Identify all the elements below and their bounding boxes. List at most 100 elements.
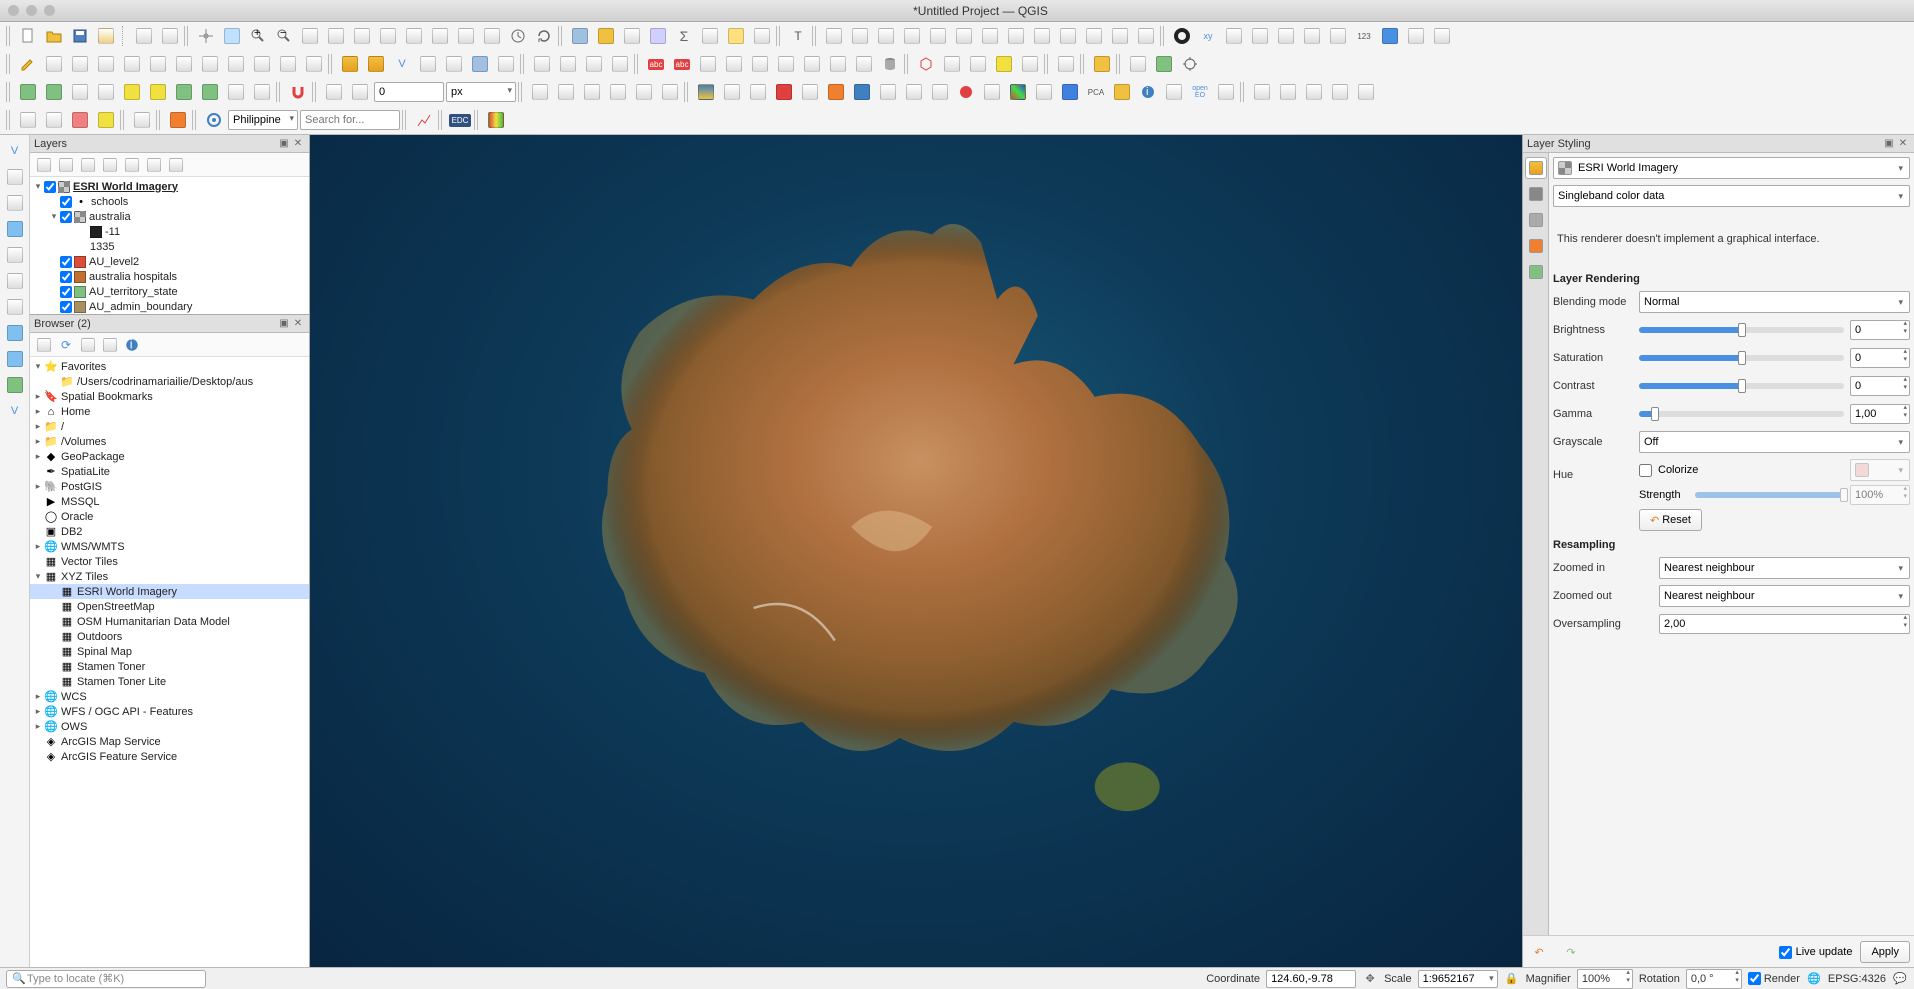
crs-label[interactable]: EPSG:4326 [1828, 973, 1886, 985]
magnifier-input[interactable]: 100% [1577, 969, 1633, 989]
pca-button[interactable]: PCA [1084, 80, 1108, 104]
shape2-button[interactable] [364, 52, 388, 76]
zoom-next-button[interactable] [428, 24, 452, 48]
abc9-button[interactable] [852, 52, 876, 76]
barcode-button[interactable] [442, 52, 466, 76]
binoculars-button[interactable] [928, 80, 952, 104]
browser-refresh-button[interactable]: ⟳ [56, 335, 76, 355]
plugin-a-button[interactable] [720, 80, 744, 104]
browser-item[interactable]: ▸🌐OWS [30, 719, 309, 734]
layer-item[interactable]: ▾australia [30, 209, 309, 224]
num-button[interactable]: 123 [1352, 24, 1376, 48]
edit4-button[interactable] [94, 52, 118, 76]
nav3-button[interactable] [1430, 24, 1454, 48]
browser-item[interactable]: ▾⭐Favorites [30, 359, 309, 374]
add-postgis-button[interactable] [3, 269, 27, 293]
layer-item[interactable]: AU_territory_state [30, 284, 309, 299]
sun3-button[interactable] [172, 80, 196, 104]
snap-unit-select[interactable]: px [446, 82, 516, 102]
browser-item[interactable]: ▸🌐WMS/WMTS [30, 539, 309, 554]
topo1-button[interactable] [528, 80, 552, 104]
label10-button[interactable] [1056, 24, 1080, 48]
edit12-button[interactable] [302, 52, 326, 76]
calculator-button[interactable] [646, 24, 670, 48]
new-bookmark-button[interactable] [480, 24, 504, 48]
layer-collapse-button[interactable] [144, 155, 164, 175]
colorize-checkbox[interactable] [1639, 464, 1652, 477]
contrast-input[interactable]: 0 [1850, 376, 1910, 396]
layer-item[interactable]: 1335 [30, 239, 309, 254]
label4-button[interactable] [900, 24, 924, 48]
layer-style-button[interactable] [34, 155, 54, 175]
abc7-button[interactable] [800, 52, 824, 76]
undo-button[interactable]: ↶ [1527, 940, 1551, 964]
saturation-slider[interactable] [1639, 355, 1844, 361]
tab-symbology[interactable] [1525, 157, 1547, 179]
zoom-full-button[interactable] [298, 24, 322, 48]
search-input[interactable] [300, 110, 400, 130]
add-spatialite-button[interactable] [3, 243, 27, 267]
layer-visibility-button[interactable] [78, 155, 98, 175]
add-wms-button[interactable] [3, 321, 27, 345]
browser-panel-header[interactable]: Browser (2) ▣ ✕ [30, 315, 309, 333]
label2-button[interactable] [848, 24, 872, 48]
edit11-button[interactable] [276, 52, 300, 76]
layer-item[interactable]: AU_admin_boundary [30, 299, 309, 314]
python-button[interactable] [694, 80, 718, 104]
layer-visibility-checkbox[interactable] [60, 211, 72, 223]
gamma-input[interactable]: 1,00 [1850, 404, 1910, 424]
gamma-slider[interactable] [1639, 411, 1844, 417]
refresh-button[interactable] [532, 24, 556, 48]
plugin-x-button[interactable] [1162, 80, 1186, 104]
layer-expand-button[interactable] [122, 155, 142, 175]
palette-button[interactable] [484, 108, 508, 132]
zoom-selection-button[interactable] [324, 24, 348, 48]
layer-visibility-checkbox[interactable] [60, 256, 72, 268]
pen-button[interactable] [416, 52, 440, 76]
tab-transparency[interactable] [1525, 183, 1547, 205]
browser-item[interactable]: ▸⌂Home [30, 404, 309, 419]
browser-item[interactable]: ▸🌐WFS / OGC API - Features [30, 704, 309, 719]
browser-add-button[interactable] [34, 335, 54, 355]
geom3-button[interactable] [1302, 80, 1326, 104]
donut-icon[interactable] [1170, 24, 1194, 48]
browser-item[interactable]: ▸📁/Volumes [30, 434, 309, 449]
minimize-icon[interactable] [26, 5, 37, 16]
layers-tree[interactable]: ▾ESRI World Imagery•schools▾australia-11… [30, 177, 309, 314]
curve4-button[interactable] [1300, 24, 1324, 48]
coord-input[interactable] [1266, 970, 1356, 988]
browser-item[interactable]: ◯Oracle [30, 509, 309, 524]
identify-button[interactable] [568, 24, 592, 48]
add-mesh-button[interactable] [3, 191, 27, 215]
browser-item[interactable]: ▦OSM Humanitarian Data Model [30, 614, 309, 629]
close-icon[interactable]: ✕ [291, 317, 305, 331]
layer-item[interactable]: australia hospitals [30, 269, 309, 284]
zoomed-out-select[interactable]: Nearest neighbour [1659, 585, 1910, 607]
geom2-button[interactable] [1276, 80, 1300, 104]
topo5-button[interactable] [632, 80, 656, 104]
checker-button[interactable] [980, 80, 1004, 104]
abc5-button[interactable] [748, 52, 772, 76]
flag-button[interactable] [1214, 80, 1238, 104]
topo3-button[interactable] [580, 80, 604, 104]
abc2-button[interactable]: abc [670, 52, 694, 76]
browser-item[interactable]: ▾▦XYZ Tiles [30, 569, 309, 584]
abc6-button[interactable] [774, 52, 798, 76]
openeo-button[interactable]: openEO [1188, 80, 1212, 104]
rotation-input[interactable]: 0,0 ° [1686, 969, 1742, 989]
zoom-in-button[interactable]: + [246, 24, 270, 48]
contrast-slider[interactable] [1639, 383, 1844, 389]
edit8-button[interactable] [198, 52, 222, 76]
lock-icon[interactable]: 🔒 [1504, 971, 1520, 987]
pan-button[interactable] [194, 24, 218, 48]
magnet-button[interactable] [286, 80, 310, 104]
curve1-button[interactable] [1222, 24, 1246, 48]
browser-item[interactable]: ▦ESRI World Imagery [30, 584, 309, 599]
browser-item[interactable]: ▸🔖Spatial Bookmarks [30, 389, 309, 404]
browser-tree[interactable]: ▾⭐Favorites📁/Users/codrinamariailie/Desk… [30, 357, 309, 967]
grayscale-select[interactable]: Off [1639, 431, 1910, 453]
globe2-button[interactable] [966, 52, 990, 76]
filter3-button[interactable] [68, 108, 92, 132]
browser-props-button[interactable]: i [122, 335, 142, 355]
edit9-button[interactable] [224, 52, 248, 76]
